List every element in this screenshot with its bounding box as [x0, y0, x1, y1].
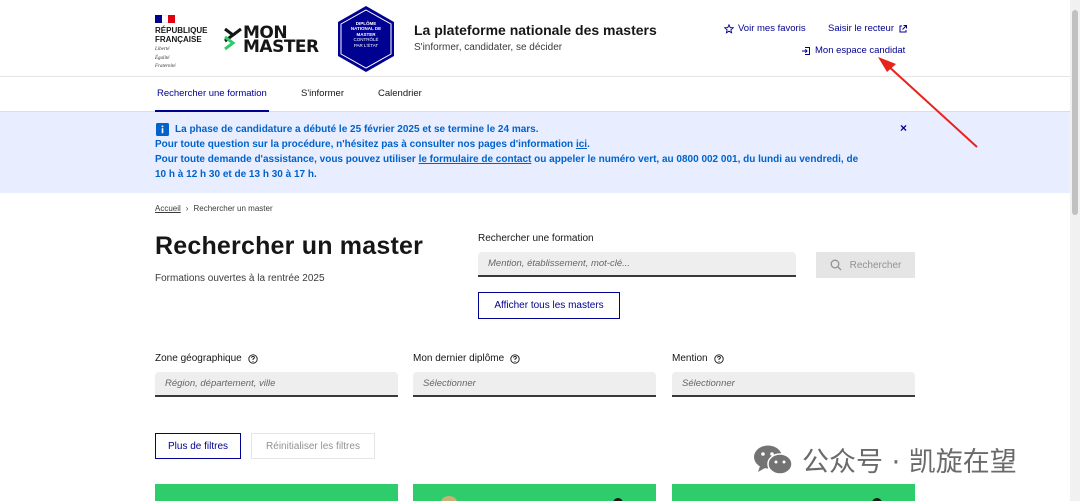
page-title: Rechercher un master [155, 232, 424, 260]
search-label: Rechercher une formation [478, 233, 594, 244]
site-subtitle: S'informer, candidater, se décider [414, 42, 563, 53]
show-all-masters-button[interactable]: Afficher tous les masters [478, 292, 620, 319]
watermark-text: 公众号 · 凯旋在望 [802, 447, 1017, 478]
mention-filter-select[interactable]: Sélectionner [672, 372, 915, 397]
french-flag-icon [155, 15, 176, 23]
diploma-filter-placeholder: Sélectionner [423, 378, 476, 389]
master-card[interactable] [155, 484, 398, 501]
diploma-filter-label: Mon dernier diplôme [413, 353, 520, 364]
reset-filters-button[interactable]: Réinitialiser les filtres [251, 433, 375, 459]
help-icon[interactable] [510, 353, 520, 364]
logo-text-master: MASTER [243, 37, 319, 57]
rector-link-label: Saisir le recteur [828, 23, 894, 34]
site-title: La plateforme nationale des masters [414, 22, 657, 38]
notice-line-3-text: Pour toute demande d'assistance, vous po… [155, 154, 419, 165]
notice-line-2-end: . [587, 139, 590, 150]
help-icon[interactable] [713, 353, 724, 364]
notice-line-3-end: ou appeler le numéro vert, au 0800 002 0… [531, 154, 859, 165]
search-button-label: Rechercher [849, 259, 902, 271]
main-navigation: Rechercher une formation S'informer Cale… [0, 77, 1070, 112]
gov-motto-2: Égalité [155, 55, 170, 61]
search-icon [830, 259, 842, 271]
master-card[interactable] [413, 484, 656, 501]
diploma-filter-label-text: Mon dernier diplôme [413, 353, 505, 364]
notice-contact-form-link[interactable]: le formulaire de contact [419, 154, 532, 165]
tab-rechercher-formation[interactable]: Rechercher une formation [155, 77, 269, 112]
wechat-watermark: 公众号 · 凯旋在望 [752, 440, 1017, 479]
mon-master-logo[interactable]: MON MASTER [224, 25, 324, 57]
help-icon[interactable] [248, 353, 258, 364]
zone-filter-placeholder: Région, département, ville [165, 378, 276, 389]
external-link-icon [899, 24, 907, 32]
card-illustration [872, 498, 882, 501]
tab-calendrier[interactable]: Calendrier [378, 77, 422, 112]
gov-motto-1: Liberté [155, 47, 170, 52]
candidate-space-label: Mon espace candidat [815, 45, 906, 56]
wechat-icon [754, 445, 793, 475]
diploma-filter-select[interactable]: Sélectionner [413, 372, 656, 397]
candidate-space-link[interactable]: Mon espace candidat [801, 45, 905, 56]
rector-link[interactable]: Saisir le recteur [828, 23, 908, 34]
notice-close-button[interactable]: × [900, 121, 907, 135]
favorites-link[interactable]: Voir mes favoris [724, 23, 806, 34]
zone-filter-input[interactable]: Région, département, ville [155, 372, 398, 397]
master-card[interactable] [672, 484, 915, 501]
page-subtitle: Formations ouvertes à la rentrée 2025 [155, 273, 325, 284]
mon-master-m-icon [224, 27, 242, 51]
more-filters-button[interactable]: Plus de filtres [155, 433, 241, 459]
notice-line-3: Pour toute demande d'assistance, vous po… [155, 152, 858, 167]
vertical-scrollbar[interactable] [1070, 0, 1080, 501]
notice-line-4: 10 h à 12 h 30 et de 13 h 30 à 17 h. [155, 169, 317, 180]
notice-line-1: La phase de candidature a débuté le 25 f… [175, 124, 539, 135]
star-icon [724, 23, 734, 34]
tab-s-informer[interactable]: S'informer [301, 77, 344, 112]
mention-filter-label-text: Mention [672, 353, 708, 364]
search-button[interactable]: Rechercher [816, 252, 915, 278]
search-placeholder: Mention, établissement, mot-clé... [488, 258, 631, 269]
notice-info-link[interactable]: ici [576, 139, 587, 150]
mention-filter-placeholder: Sélectionner [682, 378, 735, 389]
breadcrumb-current: Rechercher un master [193, 204, 273, 213]
login-icon [802, 46, 810, 55]
breadcrumb: Accueil › Rechercher un master [155, 204, 273, 213]
notice-line-2: Pour toute question sur la procédure, n'… [155, 137, 590, 152]
gov-name-line1: RÉPUBLIQUE [155, 26, 208, 35]
breadcrumb-home[interactable]: Accueil [155, 204, 181, 213]
notice-line-2-text: Pour toute question sur la procédure, n'… [155, 139, 576, 150]
republique-francaise-logo[interactable]: RÉPUBLIQUE FRANÇAISE Liberté Égalité Fra… [155, 15, 215, 70]
gov-name-line2: FRANÇAISE [155, 35, 202, 44]
info-icon [156, 123, 169, 136]
favorites-link-label: Voir mes favoris [738, 23, 806, 34]
zone-filter-label-text: Zone géographique [155, 353, 242, 364]
breadcrumb-separator-icon: › [185, 204, 189, 213]
gov-motto-3: Fraternité [155, 64, 176, 69]
diplome-national-badge: DIPLÔME NATIONAL DE MASTER CONTRÔLÉ PAR … [336, 5, 396, 73]
site-header: RÉPUBLIQUE FRANÇAISE Liberté Égalité Fra… [0, 0, 1070, 77]
zone-filter-label: Zone géographique [155, 353, 258, 364]
mention-filter-label: Mention [672, 353, 724, 364]
card-illustration [441, 496, 623, 501]
badge-text-5: PAR L'ÉTAT [353, 42, 379, 48]
search-input[interactable]: Mention, établissement, mot-clé... [478, 252, 796, 277]
scrollbar-thumb[interactable] [1072, 10, 1078, 215]
